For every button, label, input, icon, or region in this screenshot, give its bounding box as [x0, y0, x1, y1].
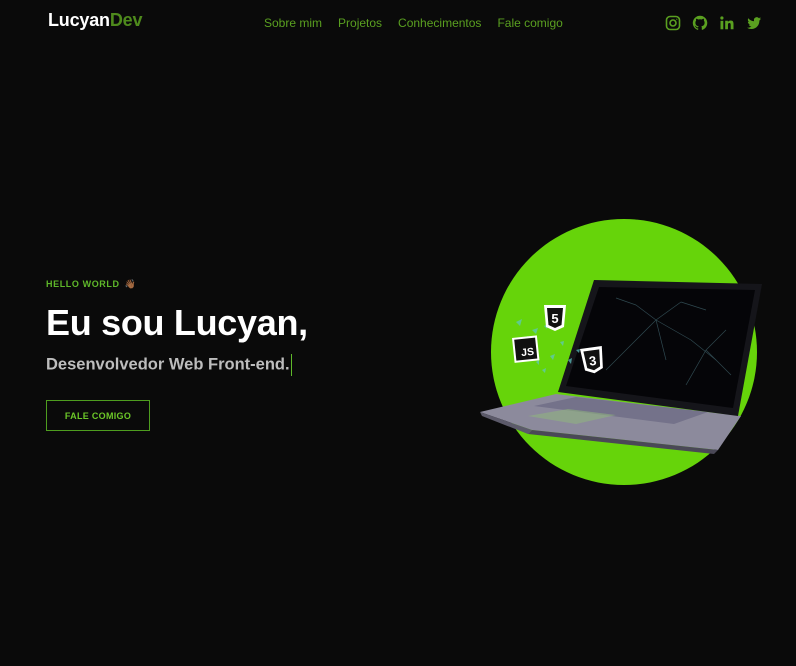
main-nav: Sobre mim Projetos Conhecimentos Fale co… — [264, 16, 579, 30]
html5-badge-icon: 5 — [544, 305, 566, 331]
instagram-icon[interactable] — [665, 15, 681, 31]
github-icon[interactable] — [692, 15, 708, 31]
wave-emoji-icon: 👋🏾 — [124, 279, 137, 289]
twitter-icon[interactable] — [746, 15, 762, 31]
html5-badge-label: 5 — [551, 311, 558, 326]
hero-subtitle: Desenvolvedor Web Front-end. — [46, 354, 292, 376]
js-badge-label: JS — [521, 346, 535, 359]
typing-cursor — [290, 354, 292, 376]
laptop-illustration: 5 JS 3 — [480, 219, 762, 485]
hero-title: Eu sou Lucyan, — [46, 302, 308, 343]
js-badge-icon: JS — [511, 335, 540, 363]
hero-subtitle-text: Desenvolvedor Web Front-end. — [46, 355, 290, 374]
nav-link-fale-comigo[interactable]: Fale comigo — [497, 16, 562, 30]
social-links — [665, 15, 762, 31]
hero-eyebrow: HELLO WORLD 👋🏾 — [46, 279, 137, 290]
linkedin-icon[interactable] — [719, 15, 735, 31]
page: LucyanDev Sobre mim Projetos Conheciment… — [0, 0, 796, 666]
nav-link-conhecimentos[interactable]: Conhecimentos — [398, 16, 481, 30]
hero-eyebrow-text: HELLO WORLD — [46, 279, 120, 289]
logo[interactable]: LucyanDev — [48, 10, 142, 31]
logo-text-primary: Lucyan — [48, 10, 110, 30]
nav-link-sobre-mim[interactable]: Sobre mim — [264, 16, 322, 30]
logo-text-accent: Dev — [109, 10, 143, 30]
hero-illustration: 5 JS 3 — [476, 210, 776, 500]
contact-button[interactable]: FALE COMIGO — [46, 400, 150, 431]
nav-link-projetos[interactable]: Projetos — [338, 16, 382, 30]
